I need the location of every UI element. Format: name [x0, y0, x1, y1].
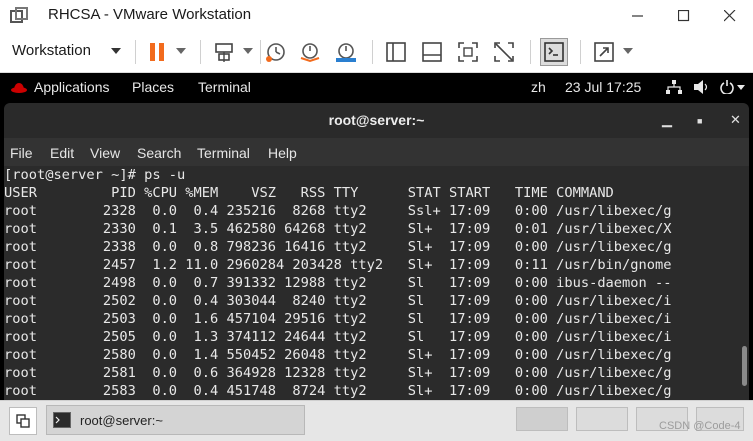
bottom-taskbar: root@server:~ CSDN @Code-4 [0, 400, 753, 441]
vmware-toolbar: Workstation [0, 32, 753, 73]
maximize-button[interactable] [661, 0, 707, 32]
chevron-down-icon[interactable] [243, 48, 253, 54]
process-line: root 2583 0.0 0.4 451748 8724 tty2 Sl+ 1… [4, 383, 672, 399]
thumbnail-icon[interactable] [420, 40, 444, 64]
revert-snapshot-icon[interactable] [298, 40, 322, 64]
process-line: root 2338 0.0 0.8 798236 16416 tty2 Sl+ … [4, 239, 672, 255]
unity-icon[interactable] [492, 40, 516, 64]
process-line: root 2580 0.0 1.4 550452 26048 tty2 Sl+ … [4, 347, 672, 363]
vm-display[interactable]: Applications Places Terminal zh 23 Jul 1… [0, 73, 753, 400]
toolbar-divider [260, 40, 261, 64]
window-titlebar: RHCSA - VMware Workstation [0, 0, 753, 32]
input-method-indicator[interactable]: zh [531, 79, 546, 95]
fullscreen-icon[interactable] [456, 40, 480, 64]
snapshot-icon[interactable] [264, 40, 288, 64]
places-menu[interactable]: Places [132, 79, 174, 95]
sidebar-icon[interactable] [384, 40, 408, 64]
pause-icon[interactable] [145, 40, 169, 64]
process-line: root 2581 0.0 0.6 364928 12328 tty2 Sl+ … [4, 365, 672, 381]
chevron-down-icon[interactable] [176, 48, 186, 54]
process-line: root 2505 0.0 1.3 374112 24644 tty2 Sl 1… [4, 329, 672, 345]
terminal-titlebar: root@server:~ ▁ ■ ✕ [4, 103, 749, 138]
process-line: root 2330 0.1 3.5 462580 64268 tty2 Sl+ … [4, 221, 672, 237]
terminal-output[interactable]: [root@server ~]# ps -u USER PID %CPU %ME… [4, 166, 749, 400]
close-icon[interactable]: ✕ [730, 112, 741, 128]
menu-search[interactable]: Search [137, 145, 181, 161]
process-line: root 2503 0.0 1.6 457104 29516 tty2 Sl 1… [4, 311, 672, 327]
process-line: root 2328 0.0 0.4 235216 8268 tty2 Ssl+ … [4, 203, 672, 219]
gnome-topbar: Applications Places Terminal zh 23 Jul 1… [0, 73, 753, 101]
close-icon [724, 10, 736, 22]
process-line: root 2502 0.0 0.4 303044 8240 tty2 Sl 17… [4, 293, 672, 309]
workspace-1[interactable] [516, 407, 568, 431]
send-keys-icon[interactable] [212, 40, 236, 64]
snapshot-manager-icon[interactable] [334, 40, 358, 64]
terminal-scrollbar[interactable] [739, 166, 749, 400]
menu-terminal[interactable]: Terminal [197, 145, 250, 161]
terminal-icon [53, 412, 71, 428]
process-line: root 2457 1.2 11.0 2960284 203428 tty2 S… [4, 257, 672, 273]
terminal-app-menu[interactable]: Terminal [198, 79, 251, 95]
toolbar-divider [200, 40, 201, 64]
minimize-button[interactable] [615, 0, 661, 32]
terminal-menubar: File Edit View Search Terminal Help [4, 138, 749, 166]
stretch-icon[interactable] [592, 40, 616, 64]
vmware-app-icon [10, 7, 28, 23]
redhat-icon [11, 83, 27, 93]
menu-file[interactable]: File [10, 145, 33, 161]
minimize-icon[interactable]: ▁ [662, 112, 672, 128]
watermark: CSDN @Code-4 [659, 420, 741, 432]
window-title: RHCSA - VMware Workstation [48, 6, 252, 23]
chevron-down-icon[interactable] [737, 85, 745, 90]
taskbar-item-terminal[interactable]: root@server:~ [46, 405, 305, 435]
console-icon[interactable] [540, 38, 568, 66]
menu-help[interactable]: Help [268, 145, 297, 161]
workspace-2[interactable] [576, 407, 628, 431]
applications-menu[interactable]: Applications [34, 79, 110, 95]
network-icon[interactable] [666, 80, 682, 94]
toolbar-divider [372, 40, 373, 64]
close-button[interactable] [707, 0, 753, 32]
toolbar-divider [580, 40, 581, 64]
workstation-menu[interactable]: Workstation [12, 42, 91, 59]
toolbar-divider [135, 40, 136, 64]
maximize-icon [678, 10, 690, 22]
menu-view[interactable]: View [90, 145, 120, 161]
terminal-title: root@server:~ [328, 112, 425, 128]
show-desktop-button[interactable] [9, 407, 37, 435]
taskbar-item-label: root@server:~ [80, 413, 163, 428]
ps-header-line: USER PID %CPU %MEM VSZ RSS TTY STAT STAR… [4, 185, 614, 201]
minimize-icon [632, 15, 643, 17]
power-icon[interactable] [720, 80, 734, 94]
chevron-down-icon[interactable] [623, 48, 633, 54]
menu-edit[interactable]: Edit [50, 145, 74, 161]
toolbar-divider [530, 40, 531, 64]
volume-icon[interactable] [694, 80, 710, 94]
chevron-down-icon[interactable] [111, 48, 121, 54]
maximize-icon[interactable]: ■ [697, 116, 702, 126]
scrollbar-thumb[interactable] [742, 346, 747, 386]
process-line: root 2498 0.0 0.7 391332 12988 tty2 Sl 1… [4, 275, 672, 291]
show-desktop-icon [16, 414, 30, 428]
prompt-line: [root@server ~]# ps -u [4, 167, 186, 183]
clock[interactable]: 23 Jul 17:25 [565, 79, 641, 95]
